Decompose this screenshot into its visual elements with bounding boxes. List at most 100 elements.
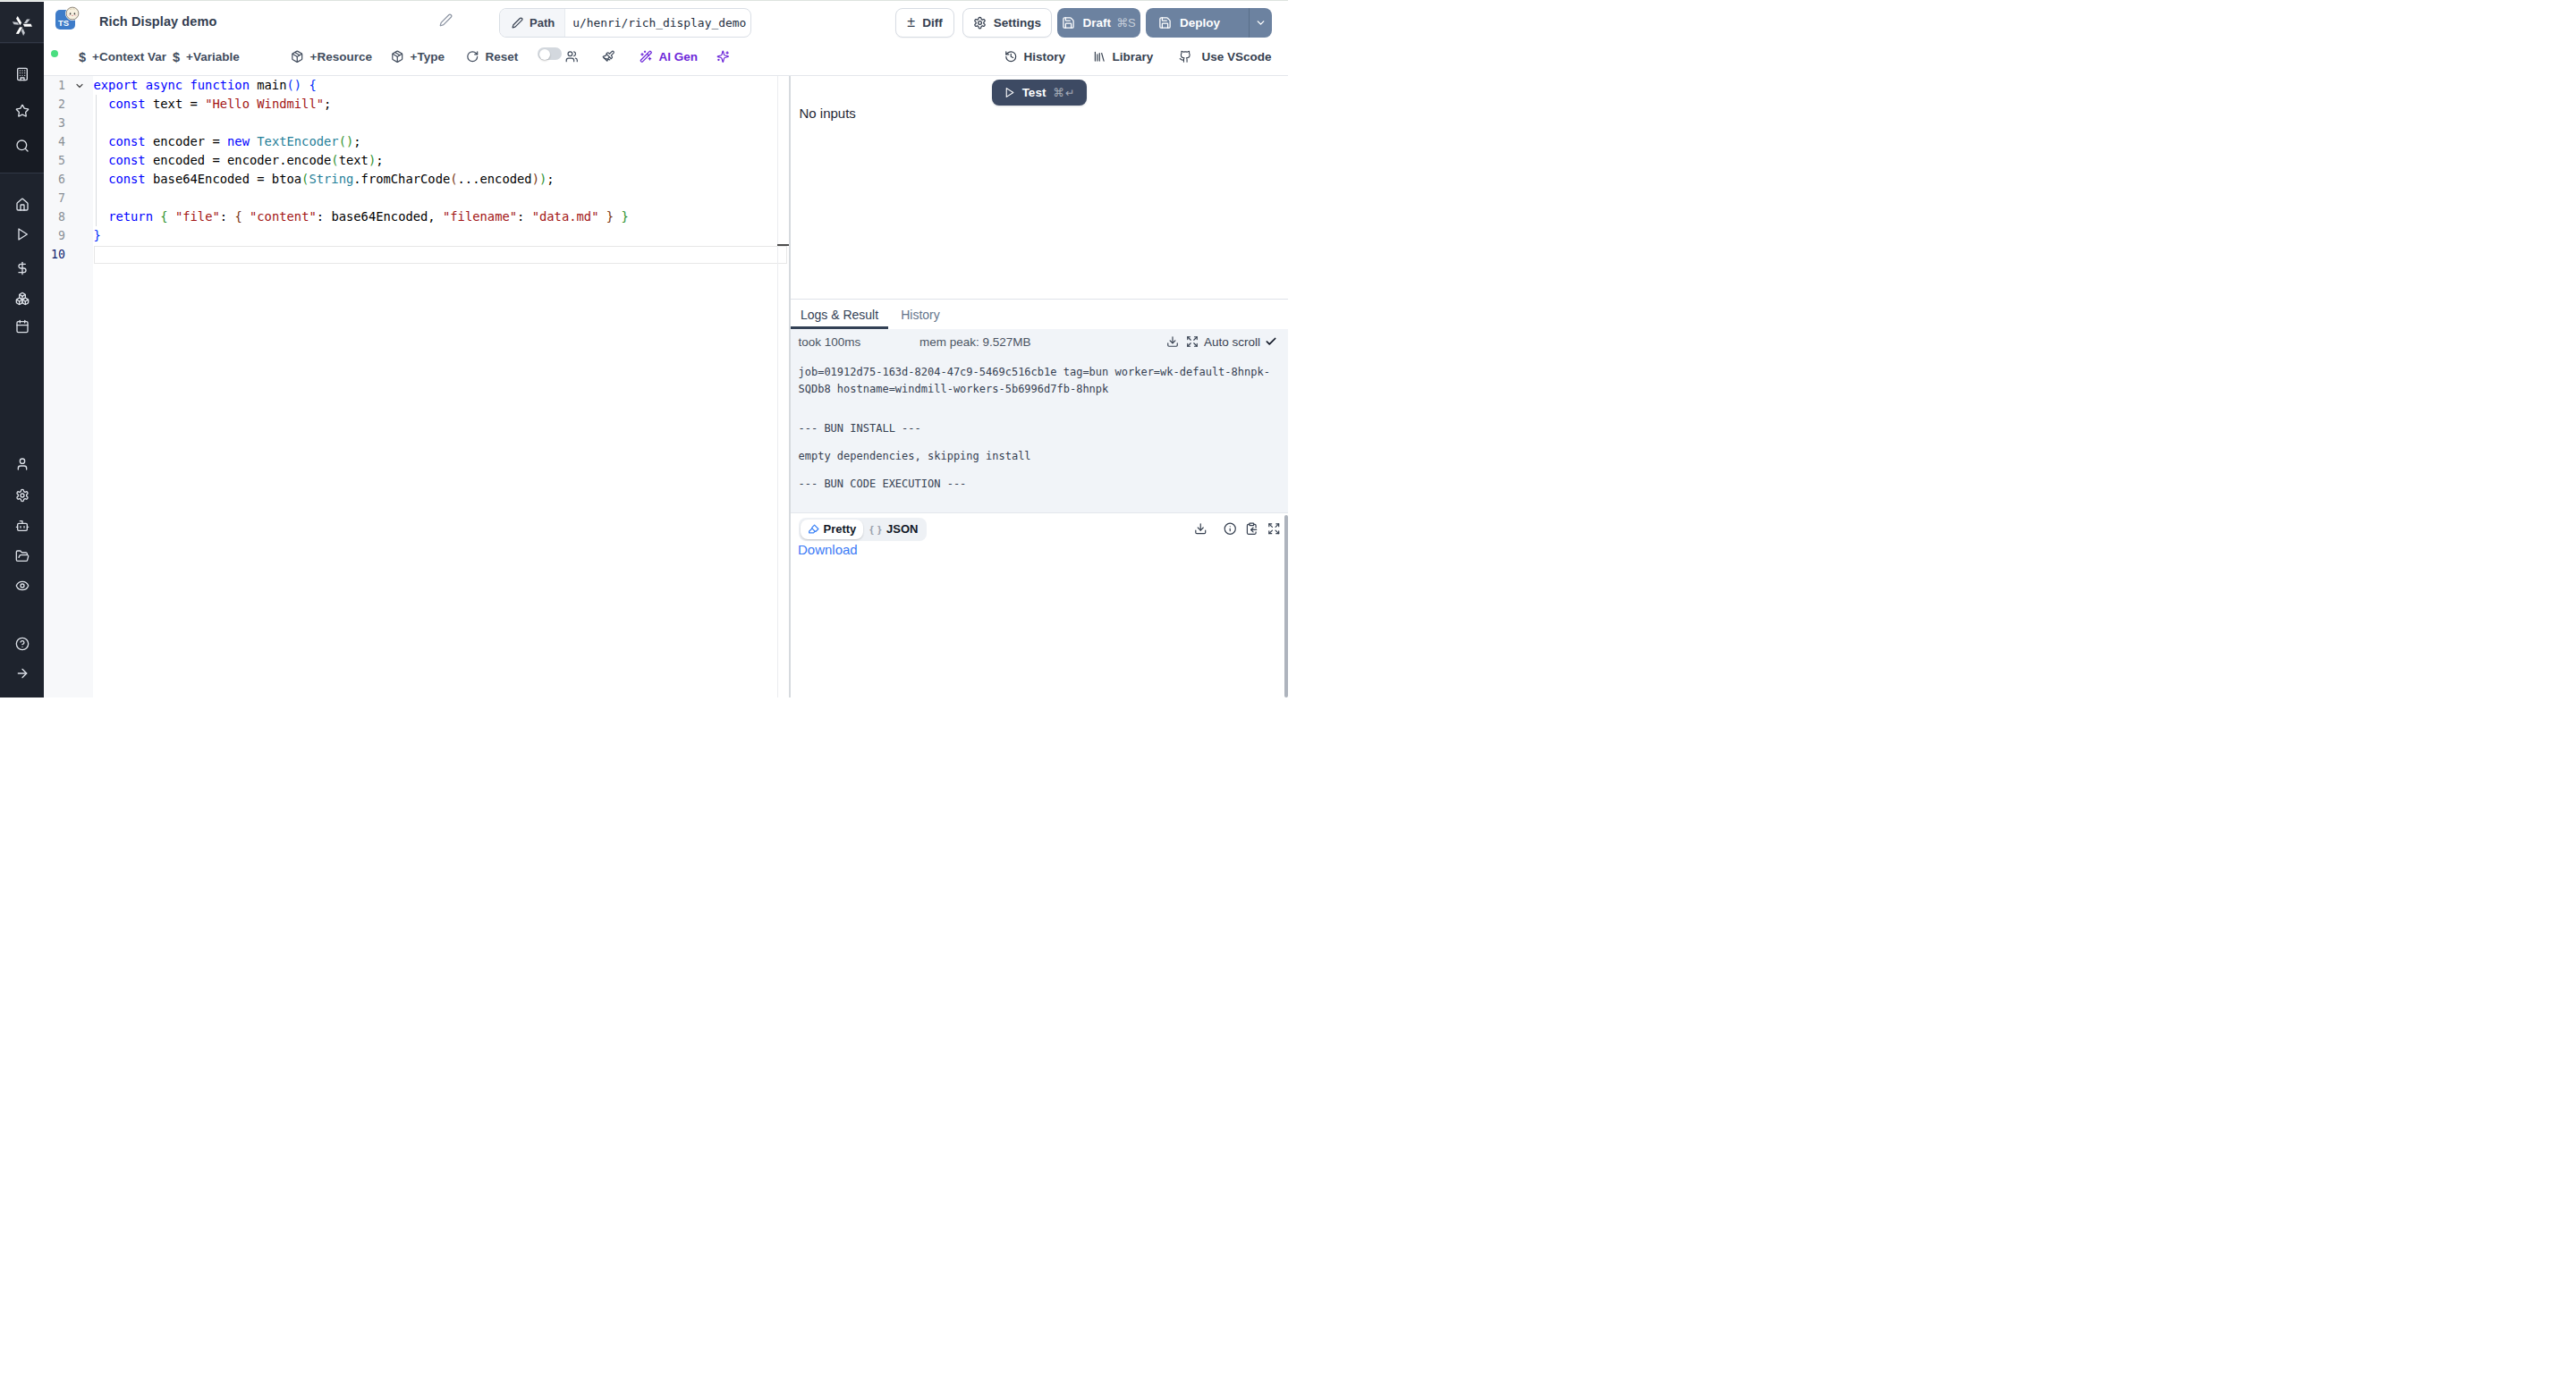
log-line: job=01912d75-163d-8204-47c9-5469c516cb1e… bbox=[799, 366, 1270, 378]
sidebar-item-arrow-right-icon[interactable] bbox=[0, 666, 44, 681]
current-line-highlight bbox=[94, 246, 787, 264]
code-line-9[interactable]: } bbox=[94, 226, 101, 245]
sidebar-item-robot-icon[interactable] bbox=[0, 519, 44, 533]
sidebar-item-home-icon[interactable] bbox=[0, 198, 44, 212]
code-line-1[interactable]: export async function main() { bbox=[94, 76, 317, 95]
result-scrollbar[interactable] bbox=[1284, 515, 1288, 698]
library-icon bbox=[1093, 50, 1106, 63]
check-icon[interactable] bbox=[1265, 335, 1277, 348]
code-line-8[interactable]: return { "file": { "content": base64Enco… bbox=[94, 207, 629, 226]
format-button[interactable] bbox=[602, 38, 615, 75]
expand-logs-icon[interactable] bbox=[1186, 335, 1199, 348]
code-editor[interactable]: 12345678910 export async function main()… bbox=[44, 76, 789, 698]
plus-minus-icon: ± bbox=[907, 15, 915, 30]
sidebar bbox=[0, 2, 44, 698]
diff-mode-toggle[interactable] bbox=[538, 47, 562, 60]
pretty-tab[interactable]: Pretty bbox=[801, 520, 863, 539]
use-vscode-button[interactable]: Use VScode bbox=[1179, 38, 1272, 75]
result-view-switch: Pretty { } JSON bbox=[799, 518, 927, 541]
sidebar-item-star-icon[interactable] bbox=[0, 104, 44, 118]
windmill-logo-icon[interactable] bbox=[0, 14, 44, 37]
wand-sparkles-icon bbox=[640, 50, 653, 63]
sidebar-item-help-icon[interactable] bbox=[0, 637, 44, 651]
sidebar-item-play-icon[interactable] bbox=[0, 227, 44, 241]
braces-icon: { } bbox=[869, 524, 882, 535]
test-button[interactable]: Test ⌘↵ bbox=[992, 80, 1087, 106]
rotate-cw-icon bbox=[466, 50, 479, 63]
download-link[interactable]: Download bbox=[798, 542, 858, 557]
sidebar-item-folder-open-icon[interactable] bbox=[0, 549, 44, 563]
line-number: 8 bbox=[58, 207, 65, 226]
sidebar-item-eye-icon[interactable] bbox=[0, 579, 44, 593]
gear-icon bbox=[973, 16, 987, 30]
tab-history[interactable]: History bbox=[888, 300, 953, 329]
path-field[interactable]: Path u/henri/rich_display_demo bbox=[499, 8, 751, 38]
add-context-var-button[interactable]: $ +Context Var bbox=[79, 38, 166, 75]
sidebar-item-calendar-icon[interactable] bbox=[0, 319, 44, 334]
save-icon bbox=[1062, 16, 1075, 30]
sidebar-item-gear-icon[interactable] bbox=[0, 488, 44, 503]
dollar-icon: $ bbox=[173, 50, 180, 64]
package-icon bbox=[391, 50, 404, 63]
package-icon bbox=[291, 50, 304, 63]
ai-gen-button[interactable]: AI Gen bbox=[640, 38, 698, 75]
line-number: 9 bbox=[58, 226, 65, 245]
editor-toolbar: $ +Context Var $ +Variable +Resource +Ty… bbox=[0, 38, 1288, 75]
logs-result-section: Logs & Result History took 100ms mem pea… bbox=[791, 299, 1288, 698]
play-icon bbox=[1004, 87, 1015, 98]
page-title: Rich Display demo bbox=[99, 14, 216, 29]
duration-label: took 100ms bbox=[799, 335, 861, 349]
line-number: 5 bbox=[58, 151, 65, 170]
clipboard-copy-icon[interactable] bbox=[1245, 522, 1258, 536]
diff-button[interactable]: ± Diff bbox=[895, 8, 954, 38]
json-tab[interactable]: { } JSON bbox=[863, 520, 925, 539]
add-variable-button[interactable]: $ +Variable bbox=[173, 38, 240, 75]
sync-status-dot-icon bbox=[51, 50, 58, 57]
expand-result-icon[interactable] bbox=[1267, 522, 1281, 536]
sidebar-item-boxes-icon[interactable] bbox=[0, 292, 44, 306]
code-line-4[interactable]: const encoder = new TextEncoder(); bbox=[94, 132, 361, 151]
code-line-2[interactable]: const text = "Hello Windmill"; bbox=[94, 95, 332, 114]
log-output: took 100ms mem peak: 9.527MB Auto scroll… bbox=[791, 329, 1288, 512]
path-value-input[interactable]: u/henri/rich_display_demo bbox=[565, 9, 751, 37]
sidebar-item-user-icon[interactable] bbox=[0, 457, 44, 471]
draft-shortcut: ⌘S bbox=[1116, 16, 1136, 30]
download-logs-icon[interactable] bbox=[1166, 335, 1179, 348]
pencil-icon bbox=[512, 17, 523, 29]
fold-chevron-icon[interactable] bbox=[74, 76, 85, 95]
sidebar-item-search-icon[interactable] bbox=[0, 139, 44, 153]
mem-peak-label: mem peak: 9.527MB bbox=[919, 335, 1031, 349]
settings-button[interactable]: Settings bbox=[962, 8, 1052, 38]
log-line: --- BUN CODE EXECUTION --- bbox=[799, 478, 967, 490]
line-number: 3 bbox=[58, 114, 65, 132]
ai-sparkles-button[interactable] bbox=[716, 38, 730, 75]
tab-logs-result[interactable]: Logs & Result bbox=[791, 300, 888, 329]
draft-button[interactable]: Draft ⌘S bbox=[1057, 8, 1140, 38]
library-button[interactable]: Library bbox=[1093, 38, 1153, 75]
code-line-5[interactable]: const encoded = encoder.encode(text); bbox=[94, 151, 384, 170]
line-number: 4 bbox=[58, 132, 65, 151]
auto-scroll-label[interactable]: Auto scroll bbox=[1204, 335, 1260, 349]
test-shortcut: ⌘↵ bbox=[1053, 86, 1075, 99]
add-type-button[interactable]: +Type bbox=[391, 38, 445, 75]
edit-title-icon[interactable] bbox=[439, 13, 453, 27]
toggle-knob bbox=[539, 49, 550, 60]
code-line-6[interactable]: const base64Encoded = btoa(String.fromCh… bbox=[94, 170, 555, 189]
info-icon[interactable] bbox=[1224, 522, 1237, 536]
result-area: Pretty { } JSON bbox=[791, 512, 1288, 698]
history-icon bbox=[1004, 50, 1018, 63]
download-result-icon[interactable] bbox=[1194, 522, 1208, 536]
windmill-script-editor: TS Rich Display demo Path u/henri/rich_d… bbox=[0, 0, 1288, 698]
deploy-button[interactable]: Deploy bbox=[1146, 8, 1272, 38]
sidebar-item-building-icon[interactable] bbox=[0, 67, 44, 81]
multiplayer-button[interactable] bbox=[565, 38, 579, 75]
deploy-dropdown-button[interactable] bbox=[1249, 8, 1272, 38]
add-resource-button[interactable]: +Resource bbox=[291, 38, 372, 75]
reset-button[interactable]: Reset bbox=[466, 38, 518, 75]
line-number: 1 bbox=[58, 76, 65, 95]
line-number: 2 bbox=[58, 95, 65, 114]
sidebar-item-dollar-icon[interactable] bbox=[0, 261, 44, 275]
log-line: SQDb8 hostname=windmill-workers-5b6996d7… bbox=[799, 383, 1109, 395]
editor-scrollbar[interactable] bbox=[777, 76, 789, 698]
history-button[interactable]: History bbox=[1004, 38, 1065, 75]
